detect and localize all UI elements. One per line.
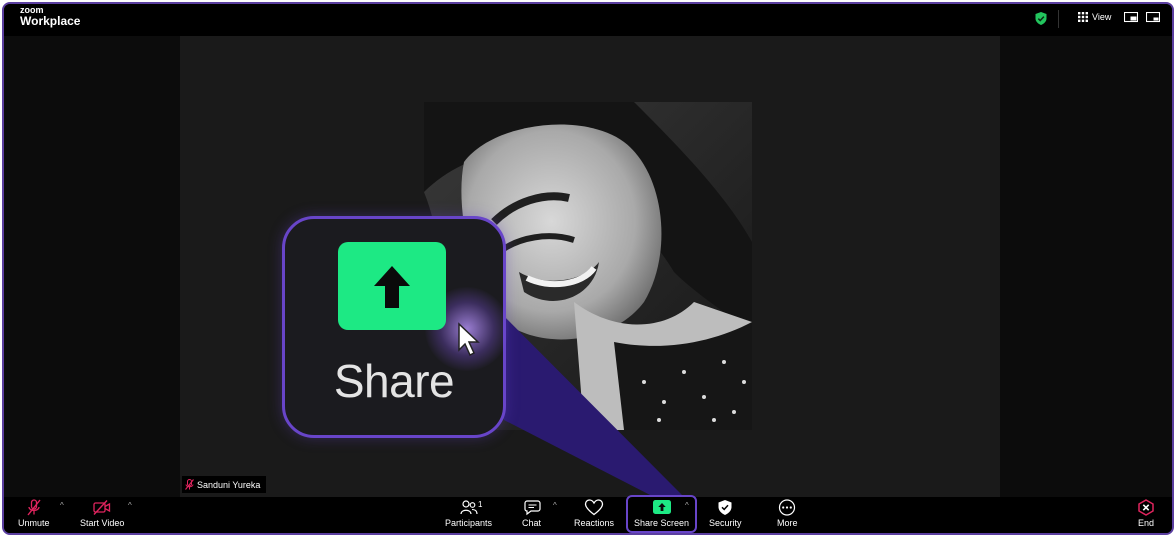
participants-icon bbox=[459, 500, 478, 515]
reactions-button[interactable]: Reactions bbox=[574, 499, 614, 528]
video-off-icon bbox=[93, 500, 111, 515]
mouse-cursor-icon bbox=[458, 322, 480, 357]
more-button[interactable]: More bbox=[777, 499, 798, 528]
reactions-label: Reactions bbox=[574, 518, 615, 528]
unmute-button[interactable]: Unmute bbox=[18, 499, 50, 528]
shield-icon bbox=[718, 500, 732, 515]
more-icon bbox=[779, 499, 796, 516]
chat-options-caret[interactable]: ^ bbox=[553, 501, 557, 510]
callout-connector bbox=[484, 296, 684, 497]
unmute-label: Unmute bbox=[18, 518, 50, 528]
chat-label: Chat bbox=[522, 518, 542, 528]
heart-icon bbox=[584, 499, 604, 516]
meeting-window: zoom Workplace View Sanduni Yureka Share… bbox=[2, 2, 1174, 535]
participants-label: Participants bbox=[445, 518, 493, 528]
video-options-caret[interactable]: ^ bbox=[128, 501, 132, 510]
callout-share-label: Share bbox=[333, 355, 455, 407]
end-call-icon bbox=[1138, 499, 1154, 516]
audio-options-caret[interactable]: ^ bbox=[60, 501, 64, 510]
end-button[interactable]: End bbox=[1137, 499, 1155, 528]
start-video-button[interactable]: Start Video bbox=[80, 499, 124, 528]
security-button[interactable]: Security bbox=[709, 499, 742, 528]
participants-count: 1 bbox=[478, 500, 483, 509]
mic-off-icon bbox=[27, 499, 41, 516]
meeting-toolbar: Unmute ^ Start Video ^ Participants 1 Ch… bbox=[4, 497, 1172, 533]
security-label: Security bbox=[709, 518, 742, 528]
start-video-label: Start Video bbox=[80, 518, 125, 528]
more-label: More bbox=[777, 518, 798, 528]
share-zoom-callout: Share bbox=[282, 216, 509, 438]
callout-share-button bbox=[338, 242, 446, 330]
participants-button[interactable]: Participants bbox=[445, 499, 492, 528]
chat-button[interactable]: Chat bbox=[522, 499, 541, 528]
share-screen-highlight bbox=[626, 495, 697, 533]
arrow-up-icon bbox=[374, 266, 410, 308]
end-label: End bbox=[1137, 518, 1154, 528]
chat-icon bbox=[523, 500, 541, 516]
